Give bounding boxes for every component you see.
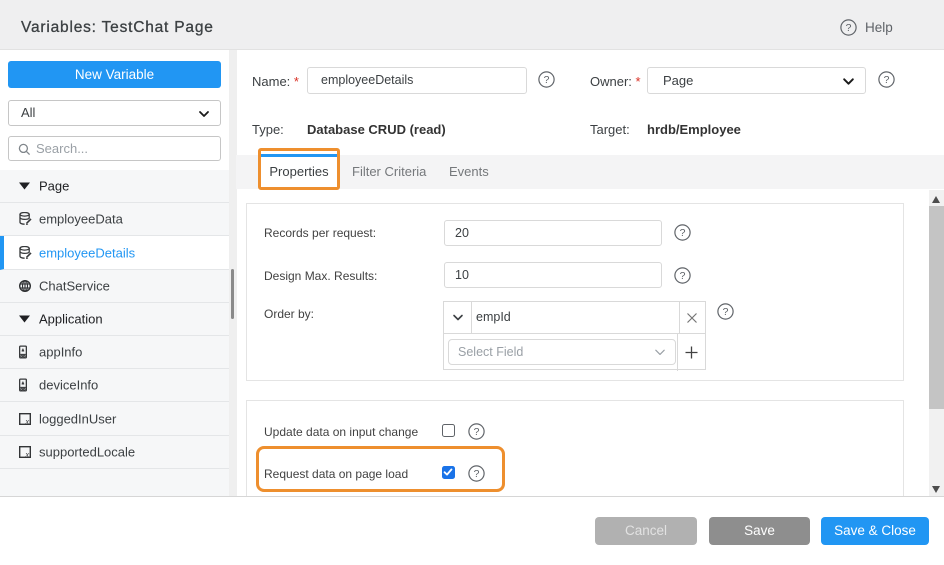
svg-text:?: ? [846,22,852,34]
svg-text:?: ? [723,306,729,318]
svg-text:?: ? [474,426,480,438]
svg-text:?: ? [544,74,550,86]
svg-text:?: ? [680,227,686,239]
svg-text:?: ? [680,270,686,282]
svg-text:?: ? [884,74,890,86]
svg-text:x: x [24,416,29,425]
svg-text:x: x [24,449,29,458]
